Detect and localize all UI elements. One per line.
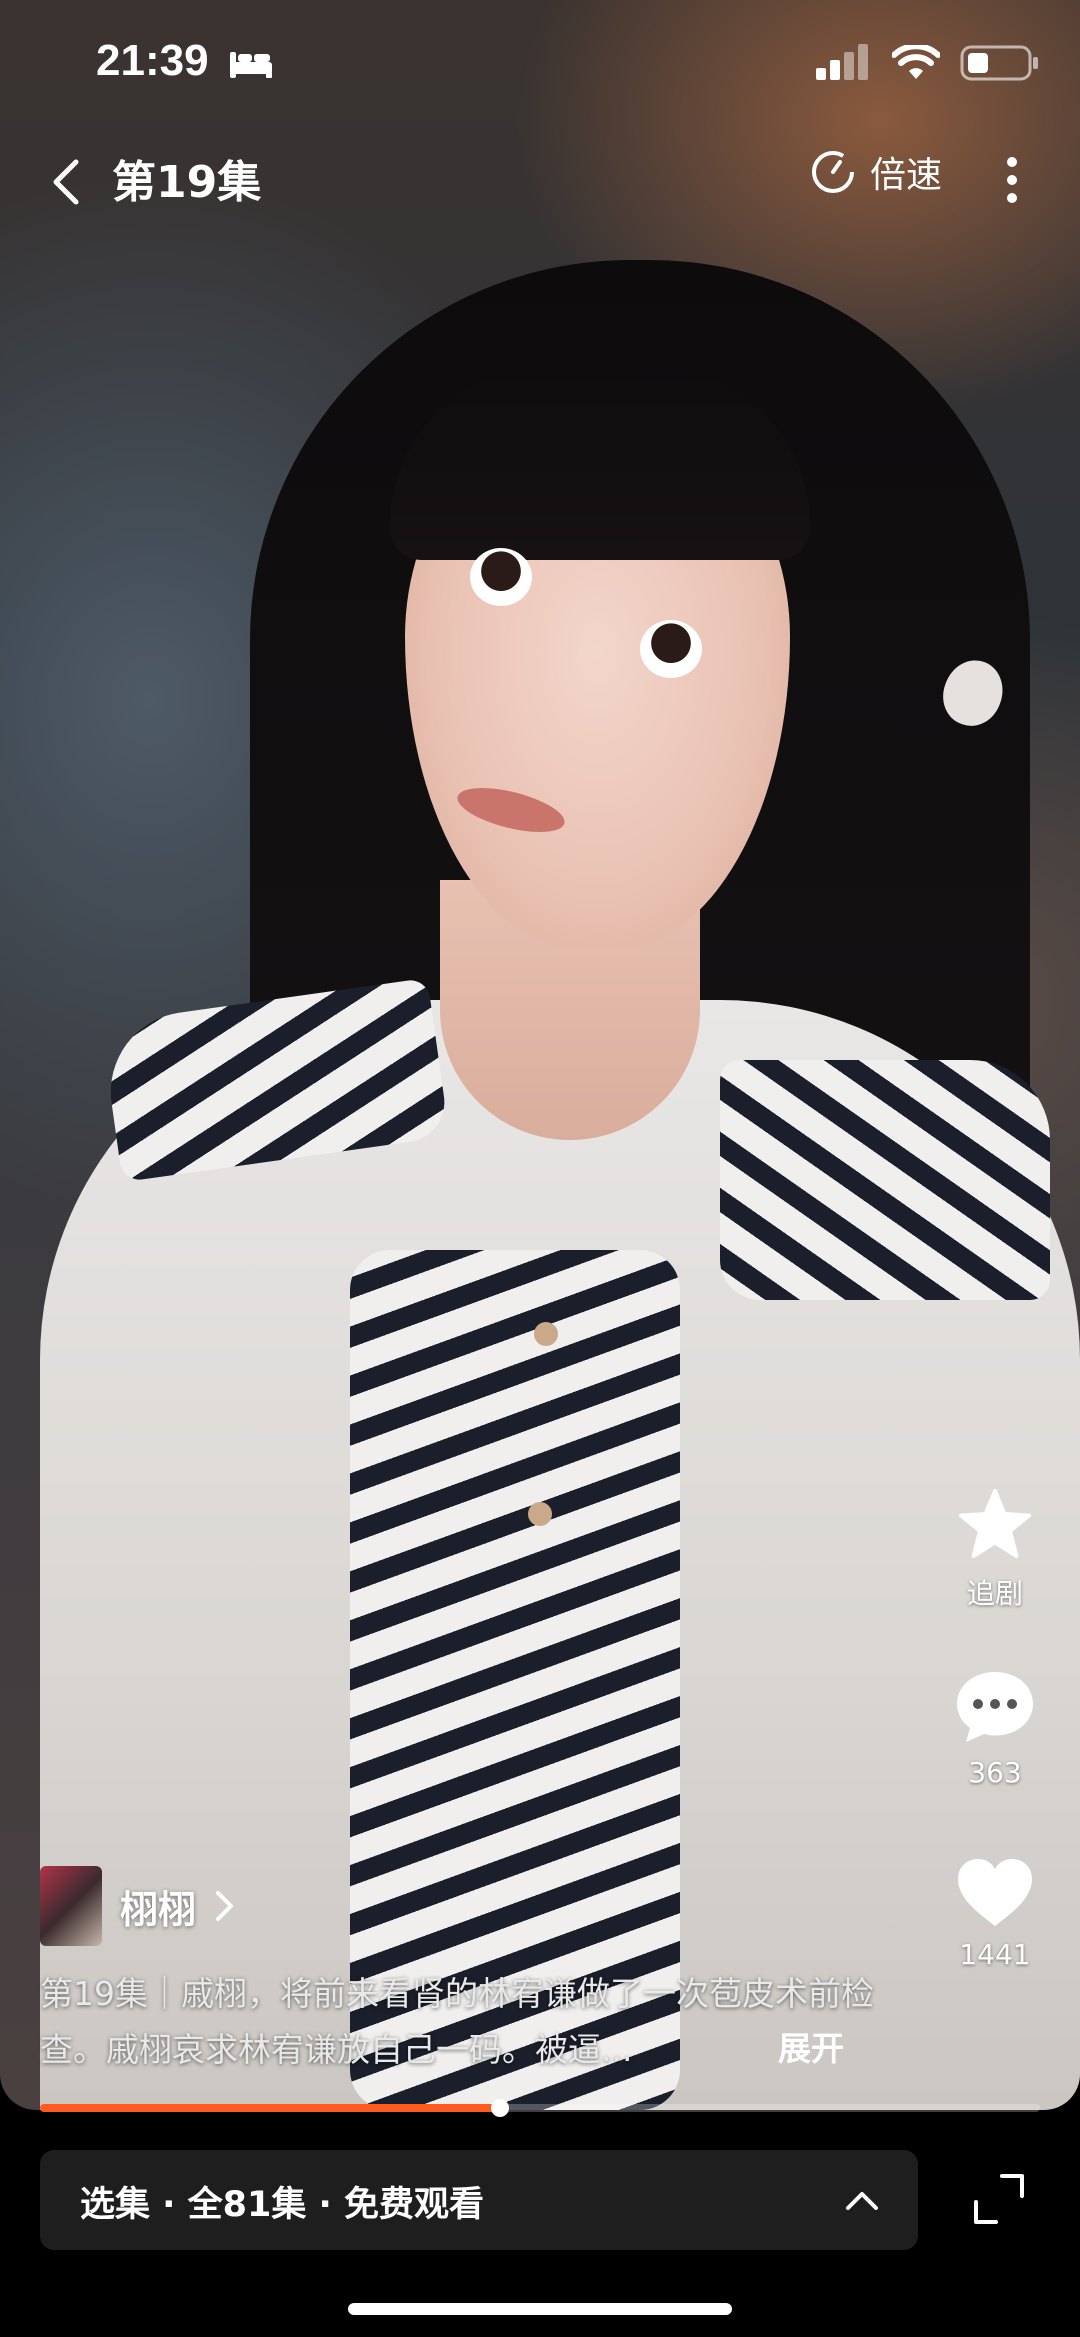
- video-figure-eye: [470, 548, 532, 606]
- comment-count: 363: [968, 1756, 1022, 1789]
- episode-description: 第19集｜戚栩，将前来看肾的林宥谦做了一次苞皮术前检查。戚栩哀求林宥谦放自己一码…: [40, 1974, 874, 2069]
- video-shirt-button: [528, 1502, 552, 1526]
- avatar[interactable]: [40, 1866, 102, 1946]
- more-icon[interactable]: [1000, 150, 1024, 210]
- home-indicator: [348, 2303, 732, 2315]
- chevron-up-icon[interactable]: [842, 2180, 882, 2220]
- cellular-icon: [816, 44, 868, 80]
- battery-icon: [960, 45, 1038, 81]
- status-bar: 21:39: [0, 0, 1080, 130]
- back-icon[interactable]: [46, 152, 86, 212]
- like-count: 1441: [959, 1938, 1031, 1971]
- progress-track[interactable]: [40, 2099, 1040, 2117]
- bed-icon: [230, 52, 272, 78]
- comment-button[interactable]: 363: [940, 1668, 1050, 1789]
- progress-fill: [40, 2104, 500, 2112]
- episode-selector-label: 选集 · 全81集 · 免费观看: [80, 2185, 485, 2225]
- comment-icon: [957, 1672, 1033, 1742]
- episode-selector[interactable]: 选集 · 全81集 · 免费观看: [40, 2150, 918, 2250]
- wifi-icon: [892, 45, 940, 79]
- follow-drama-button[interactable]: 追剧: [940, 1488, 1050, 1612]
- author-row[interactable]: 栩栩: [40, 1866, 236, 1946]
- video-sweater-stripes-right: [720, 1060, 1050, 1300]
- chevron-right-icon: [216, 1891, 234, 1921]
- video-figure-eye: [640, 620, 702, 678]
- fullscreen-icon[interactable]: [972, 2172, 1026, 2226]
- speed-button[interactable]: 倍速: [810, 146, 942, 198]
- follow-drama-label: 追剧: [966, 1577, 1023, 1610]
- heart-icon: [958, 1859, 1032, 1926]
- video-player[interactable]: [0, 0, 1080, 2110]
- speed-icon: [812, 151, 854, 193]
- episode-title: 第19集: [112, 157, 262, 208]
- status-time: 21:39: [96, 36, 209, 85]
- author-name[interactable]: 栩栩: [120, 1879, 196, 1934]
- expand-button[interactable]: 展开: [778, 2022, 844, 2070]
- progress-thumb[interactable]: [491, 2099, 509, 2117]
- like-button[interactable]: 1441: [940, 1856, 1050, 1971]
- top-navigation: 第19集 倍速: [0, 140, 1080, 230]
- video-shirt-button: [534, 1322, 558, 1346]
- speed-label: 倍速: [870, 155, 943, 196]
- star-icon: [959, 1489, 1031, 1558]
